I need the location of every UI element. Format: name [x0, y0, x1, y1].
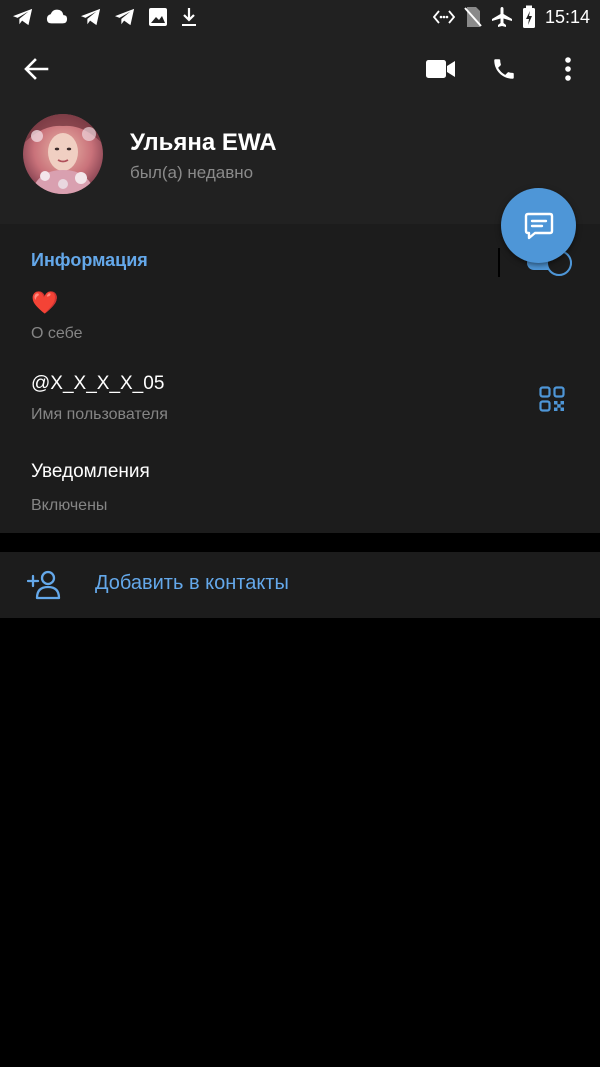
airplane-icon — [491, 7, 512, 27]
more-options-button[interactable] — [546, 47, 590, 91]
no-sim-icon — [464, 7, 482, 27]
telegram-icon — [13, 8, 33, 26]
username-label: Имя пользователя — [31, 406, 168, 423]
add-user-icon — [27, 570, 61, 600]
call-button[interactable] — [482, 47, 526, 91]
qr-code-button[interactable] — [532, 379, 572, 419]
phone-icon — [494, 59, 514, 79]
avatar[interactable] — [23, 114, 103, 194]
battery-charging-icon — [522, 5, 535, 28]
more-vert-icon — [565, 57, 571, 81]
system-icons: 15:14 — [432, 4, 590, 30]
image-icon — [149, 8, 167, 26]
row-divider — [498, 248, 500, 277]
bio-value: ❤️ — [31, 290, 59, 315]
app-bar — [0, 34, 600, 104]
add-user-icon-wrap — [26, 568, 62, 602]
info-section: Информация ❤️ О себе @X_X_X_X_05 Имя пол… — [0, 224, 600, 533]
status-bar: 15:14 — [0, 0, 600, 34]
arrow-back-icon — [24, 58, 49, 80]
message-icon — [524, 212, 553, 239]
avatar-photo — [23, 114, 103, 194]
cloud-icon — [46, 9, 68, 24]
status-time: 15:14 — [544, 6, 590, 27]
profile-name: Ульяна EWA — [130, 129, 277, 156]
video-call-button[interactable] — [419, 47, 463, 91]
section-gap — [0, 533, 600, 552]
telegram-icon — [115, 8, 135, 26]
qr-code-icon — [539, 386, 565, 412]
add-contact-label: Добавить в контакты — [95, 572, 289, 594]
notifications-value: Уведомления — [31, 461, 150, 482]
nfc-icon — [432, 10, 455, 24]
bio-label: О себе — [31, 325, 83, 342]
back-button[interactable] — [14, 47, 58, 91]
username-value: @X_X_X_X_05 — [31, 373, 165, 394]
telegram-icon — [81, 8, 101, 26]
notifications-label: Включены — [31, 497, 108, 514]
last-seen-status: был(а) недавно — [130, 163, 254, 182]
send-message-button[interactable] — [501, 188, 576, 263]
video-call-icon — [426, 60, 455, 78]
download-icon — [182, 8, 196, 26]
add-contact-button[interactable]: Добавить в контакты — [0, 552, 600, 618]
notification-icons — [12, 4, 198, 30]
section-title: Информация — [31, 250, 148, 270]
